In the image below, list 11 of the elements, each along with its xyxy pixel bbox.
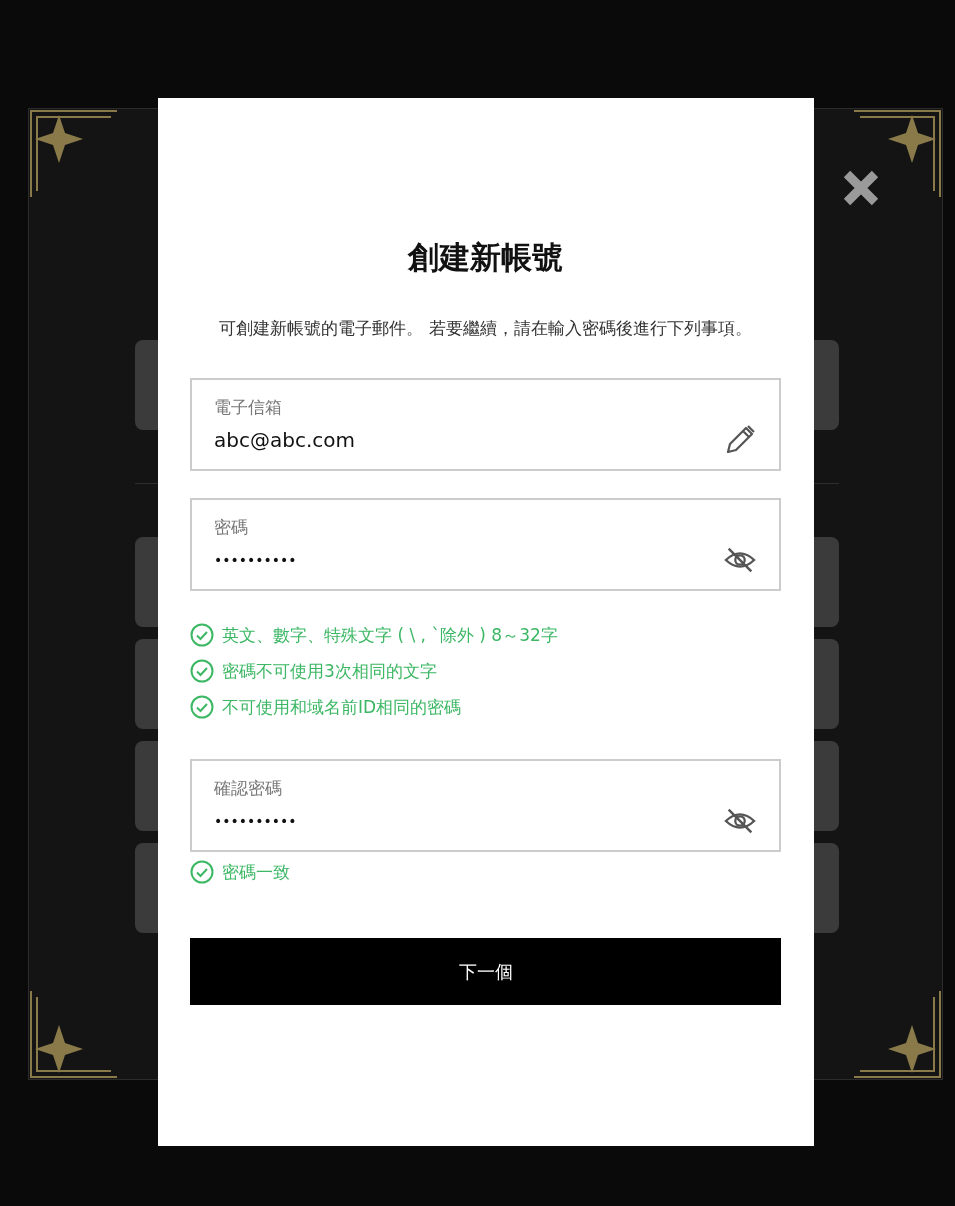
rule-text: 英文、數字、特殊文字 ( \ , `除外 ) 8～32字 <box>222 624 558 647</box>
input-field[interactable]: 確認密碼 •••••••••• <box>190 759 781 852</box>
close-icon[interactable] <box>841 168 881 208</box>
input-field[interactable]: 密碼 •••••••••• <box>190 498 781 591</box>
rule-text: 密碼不可使用3次相同的文字 <box>222 660 437 683</box>
input-field[interactable]: 電子信箱 abc@abc.com <box>190 378 781 471</box>
dialog-title: 創建新帳號 <box>406 238 564 277</box>
rule-text: 不可使用和域名前ID相同的密碼 <box>222 696 462 719</box>
dialog-description: 可創建新帳號的電子郵件。 若要繼續，請在輸入密碼後進行下列事項。 <box>218 317 753 340</box>
next-button[interactable]: 下一個 <box>190 938 781 1005</box>
match-status-text: 密碼一致 <box>222 861 290 884</box>
